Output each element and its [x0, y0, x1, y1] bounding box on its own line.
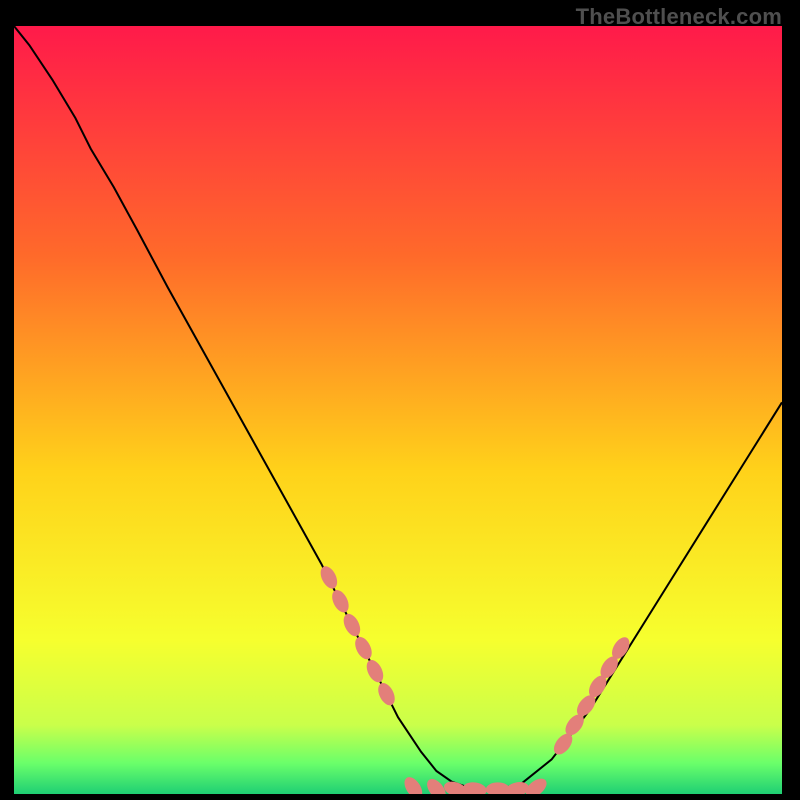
chart-canvas: TheBottleneck.com [0, 0, 800, 800]
plot-frame [14, 26, 782, 794]
gradient-background [14, 26, 782, 794]
plot-area [14, 26, 782, 794]
